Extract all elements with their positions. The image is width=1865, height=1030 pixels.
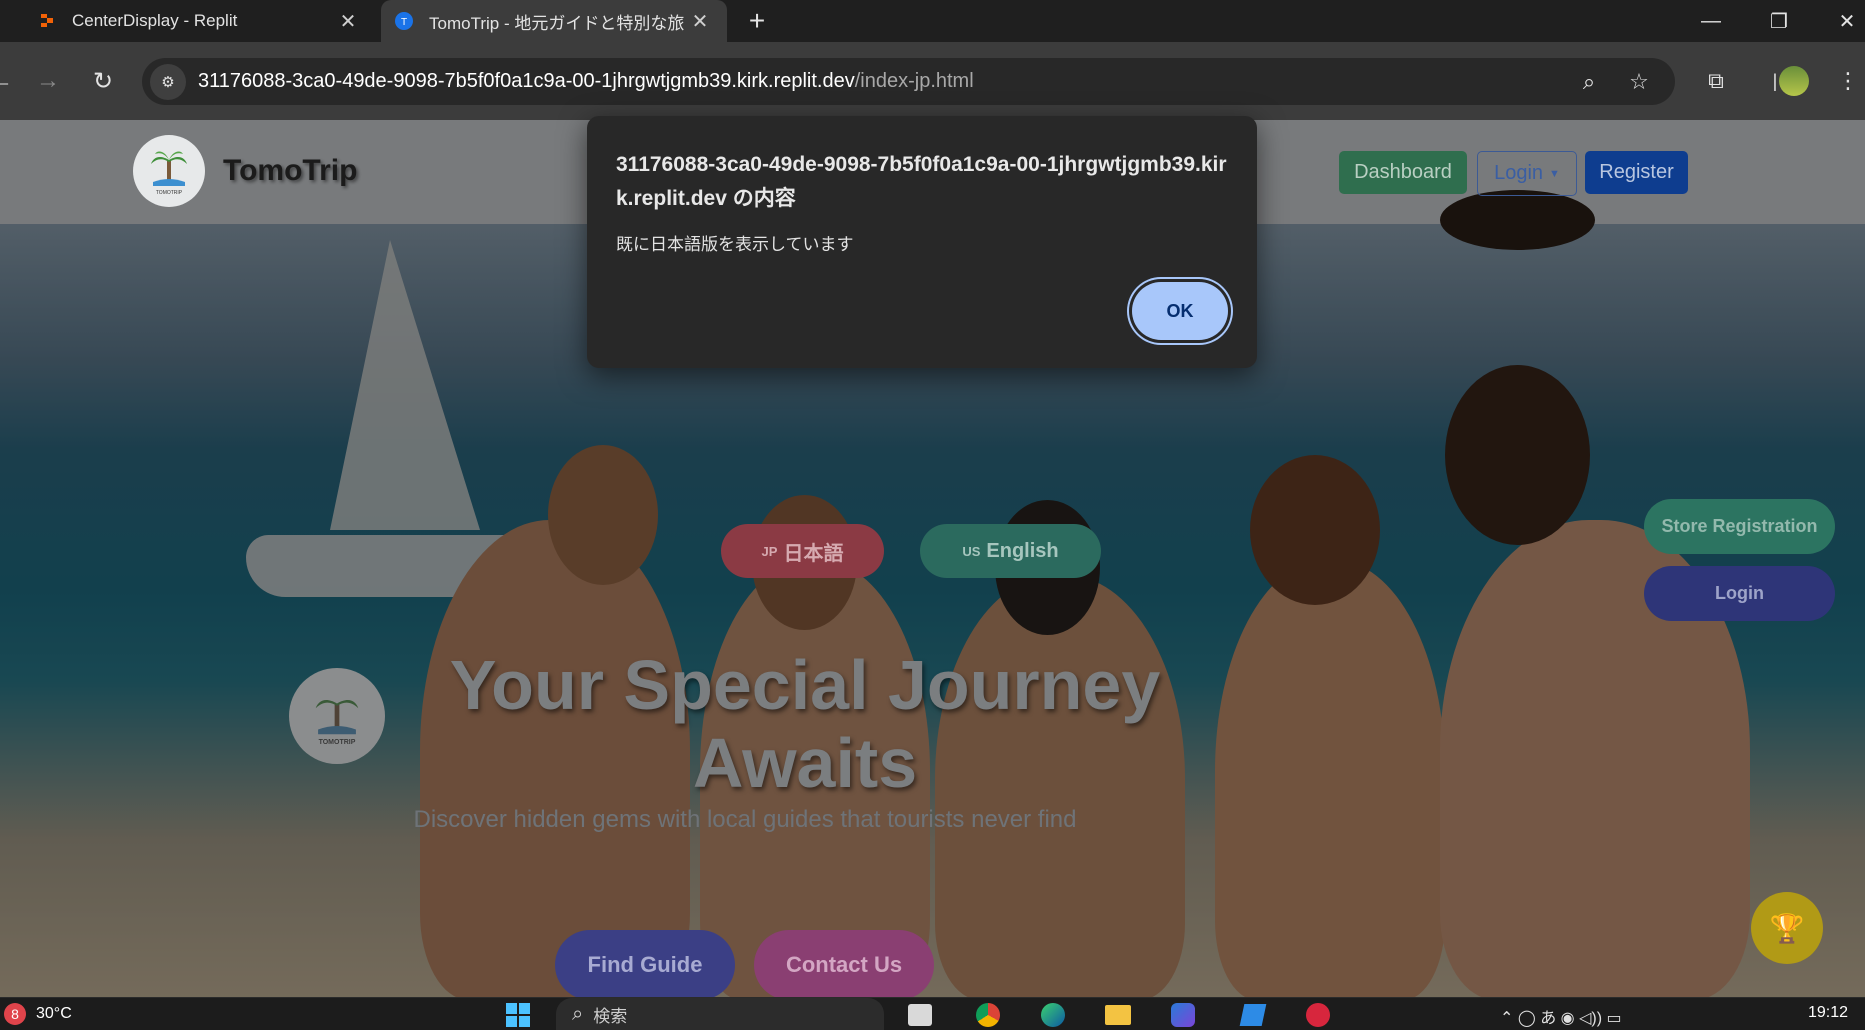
menu-icon[interactable]: ⋮ <box>1829 62 1865 100</box>
reload-icon[interactable]: ↻ <box>84 62 122 100</box>
zoom-icon[interactable]: ⌕ <box>1574 67 1604 97</box>
forward-icon[interactable]: → <box>29 62 67 100</box>
copilot-icon[interactable] <box>1163 1000 1203 1030</box>
palm-tree-logo-icon <box>151 151 187 186</box>
side-login-button[interactable]: Login <box>1644 566 1835 621</box>
us-flag-icon: US <box>962 543 981 559</box>
language-label: 日本語 <box>783 542 844 565</box>
search-icon: ⌕ <box>572 1002 584 1025</box>
tab-tomotrip[interactable]: T TomoTrip - 地元ガイドと特別な旅 ✕ <box>381 0 727 42</box>
dialog-title: 31176088-3ca0-49de-9098-7b5f0f0a1c9a-00-… <box>616 153 1227 210</box>
back-icon[interactable]: ← <box>0 62 20 100</box>
logo-text: TOMOTRIP <box>318 738 356 746</box>
browser-toolbar: ← → ↻ ⚙ 31176088-3ca0-49de-9098-7b5f0f0a… <box>0 42 1865 120</box>
login-label: Login <box>1494 162 1544 184</box>
tab-title: CenterDisplay - Replit <box>72 11 238 30</box>
bookmark-star-icon[interactable]: ☆ <box>1624 67 1654 97</box>
clock-time[interactable]: 19:12 <box>1808 1004 1848 1022</box>
windows-taskbar: 8 30°C ⌕ 検索 ⌃ ◯ あ ◉ ◁)) ▭ 19:12 <box>0 997 1865 1030</box>
alert-dialog: 31176088-3ca0-49de-9098-7b5f0f0a1c9a-00-… <box>587 116 1257 368</box>
restore-icon[interactable]: ❐ <box>1751 0 1807 42</box>
site-name[interactable]: TomoTrip <box>223 154 357 188</box>
windows-start-icon[interactable] <box>498 1000 538 1030</box>
palm-tree-logo-icon <box>315 699 359 734</box>
weather-badge: 8 <box>4 1003 26 1025</box>
search-placeholder: 検索 <box>593 1006 628 1026</box>
tray-icons[interactable]: ⌃ ◯ あ ◉ ◁)) ▭ <box>1500 1004 1622 1028</box>
close-window-icon[interactable]: ✕ <box>1819 0 1865 42</box>
chrome-icon[interactable] <box>968 1000 1008 1030</box>
register-button[interactable]: Register <box>1585 151 1688 194</box>
logo-text: TOMOTRIP <box>155 190 183 196</box>
dialog-message: 既に日本語版を表示しています <box>616 235 854 254</box>
hero-logo: TOMOTRIP <box>289 668 385 764</box>
extensions-icon[interactable]: ⧉ <box>1697 62 1735 100</box>
site-info-icon[interactable]: ⚙ <box>150 64 186 100</box>
chevron-down-icon: ▼ <box>1549 167 1560 180</box>
login-dropdown-button[interactable]: Login ▼ <box>1477 151 1577 196</box>
close-tab-icon[interactable]: ✕ <box>685 9 715 34</box>
dashboard-button[interactable]: Dashboard <box>1339 151 1467 194</box>
vscode-icon[interactable] <box>1233 1000 1273 1030</box>
contact-us-button[interactable]: Contact Us <box>754 930 934 997</box>
url-text[interactable]: 31176088-3ca0-49de-9098-7b5f0f0a1c9a-00-… <box>198 70 974 93</box>
browser-tab-strip: CenterDisplay - Replit ✕ T TomoTrip - 地元… <box>0 0 1865 42</box>
language-label: English <box>986 539 1059 562</box>
hero-title: Your Special Journey Awaits <box>449 646 1161 802</box>
ok-button[interactable]: OK <box>1132 282 1228 340</box>
trophy-icon[interactable]: 🏆 <box>1751 892 1823 964</box>
new-tab-button[interactable]: + <box>742 4 772 38</box>
profile-avatar[interactable] <box>1775 62 1813 100</box>
task-view-icon[interactable] <box>900 1000 940 1030</box>
address-bar[interactable]: ⚙ 31176088-3ca0-49de-9098-7b5f0f0a1c9a-0… <box>142 58 1675 105</box>
svg-text:T: T <box>401 17 407 28</box>
file-explorer-icon[interactable] <box>1098 1000 1138 1030</box>
temperature: 30°C <box>36 1005 72 1022</box>
tomotrip-logo[interactable]: TOMOTRIP <box>133 135 205 207</box>
weather-widget[interactable]: 8 30°C <box>4 1003 72 1025</box>
hero-subtitle: Discover hidden gems with local guides t… <box>413 806 1077 833</box>
app-icon[interactable] <box>1298 1000 1338 1030</box>
edge-icon[interactable] <box>1033 1000 1073 1030</box>
store-registration-button[interactable]: Store Registration <box>1644 499 1835 554</box>
language-english-button[interactable]: US English <box>920 524 1101 578</box>
hero-section <box>0 262 1865 997</box>
taskbar-search-input[interactable]: ⌕ 検索 <box>556 998 884 1030</box>
close-tab-icon[interactable]: ✕ <box>333 9 363 34</box>
replit-icon <box>38 12 56 30</box>
language-japanese-button[interactable]: JP 日本語 <box>721 524 884 578</box>
tab-title: TomoTrip - 地元ガイドと特別な旅 <box>429 13 685 33</box>
jp-flag-icon: JP <box>761 543 778 559</box>
tomotrip-favicon-icon: T <box>395 12 413 30</box>
minimize-icon[interactable]: — <box>1683 0 1739 42</box>
tab-centerdisplay[interactable]: CenterDisplay - Replit ✕ <box>0 0 375 42</box>
find-guide-button[interactable]: Find Guide <box>555 930 735 997</box>
